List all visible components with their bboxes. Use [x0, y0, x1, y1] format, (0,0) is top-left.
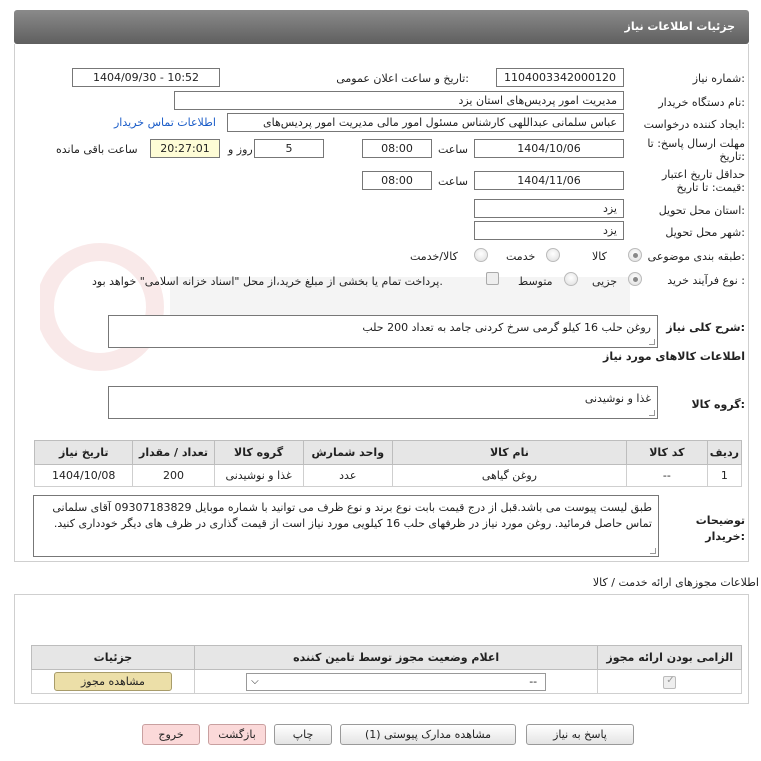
buyer-notes-textarea: طبق لیست پیوست می باشد.قبل از درج قیمت ب… — [33, 495, 659, 557]
need-number-label: شماره نیاز: — [692, 72, 745, 85]
days-label: روز و — [228, 143, 253, 156]
city-label: شهر محل تحویل: — [665, 226, 745, 239]
process-label: نوع فرآیند خرید : — [667, 274, 745, 287]
buyer-contact-link[interactable]: اطلاعات تماس خریدار — [114, 116, 216, 129]
process-radio-medium[interactable] — [564, 272, 578, 286]
goods-group-text: غذا و نوشیدنی — [584, 392, 651, 405]
validity-time-label: ساعت — [438, 175, 468, 188]
col-unit: واحد شمارش — [302, 440, 393, 465]
permits-table-header: الزامی بودن ارائه مجوز اعلام وضعیت مجوز … — [31, 645, 742, 670]
creator-label: ایجاد کننده درخواست: — [643, 118, 745, 131]
remaining-time-label: ساعت باقی مانده — [56, 143, 138, 156]
remaining-time-field: 20:27:01 — [150, 139, 220, 158]
deadline-time-field: 08:00 — [362, 139, 432, 158]
summary-text: روغن حلب 16 کیلو گرمی سرخ کردنی جامد به … — [362, 321, 651, 334]
cell-row: 1 — [706, 464, 743, 487]
need-number-field: 1104003342000120 — [496, 68, 624, 87]
days-remaining-field: 5 — [254, 139, 324, 158]
validity-date-field: 1404/11/06 — [474, 171, 624, 190]
permits-section-title: اطلاعات مجوزهای ارائه خدمت / کالا — [592, 576, 759, 589]
cell-permit-status: -- ⌵ — [193, 669, 599, 694]
col-permit-status: اعلام وضعیت مجوز توسط تامین کننده — [193, 645, 599, 670]
treasury-payment-checkbox[interactable] — [486, 272, 499, 285]
buyer-org-field: مدیریت امور پردیس‌های استان یزد — [174, 91, 624, 110]
creator-field: عباس سلمانی عبداللهی کارشناس مسئول امور … — [227, 113, 624, 132]
col-qty: تعداد / مقدار — [132, 440, 215, 465]
treasury-payment-note: پرداخت تمام یا بخشی از مبلغ خرید،از محل … — [92, 275, 443, 288]
goods-group-label: گروه کالا: — [691, 398, 745, 411]
process-radio-minor[interactable] — [628, 272, 642, 286]
goods-group-textarea: غذا و نوشیدنی — [108, 386, 658, 419]
view-attachments-button[interactable]: مشاهده مدارک پیوستی (1) — [340, 724, 516, 745]
process-option-minor: جزیی — [592, 275, 618, 288]
province-field: یزد — [474, 199, 624, 218]
process-option-medium: متوسط — [518, 275, 553, 288]
buyer-org-label: نام دستگاه خریدار: — [658, 96, 745, 109]
announce-field: 1404/09/30 - 10:52 — [72, 68, 220, 87]
cell-unit: عدد — [302, 464, 393, 487]
validity-time-field: 08:00 — [362, 171, 432, 190]
category-radio-goods[interactable] — [628, 248, 642, 262]
table-row: ✓ -- ⌵ مشاهده مجوز — [31, 669, 742, 694]
col-row: ردیف — [706, 440, 743, 465]
col-permit-details: جزئیات — [31, 645, 195, 670]
cell-group: غذا و نوشیدنی — [213, 464, 304, 487]
deadline-label-2: تاریخ: — [719, 150, 745, 163]
table-row: 1 -- روغن گیاهی عدد غذا و نوشیدنی 200 14… — [33, 464, 743, 487]
summary-textarea: روغن حلب 16 کیلو گرمی سرخ کردنی جامد به … — [108, 315, 658, 348]
cell-code: -- — [625, 464, 708, 487]
page-title: جزئیات اطلاعات نیاز — [624, 20, 736, 33]
announce-label: تاریخ و ساعت اعلان عمومی: — [336, 72, 469, 85]
cell-name: روغن گیاهی — [391, 464, 627, 487]
cell-date: 1404/10/08 — [33, 464, 134, 487]
summary-label: شرح کلی نیاز: — [666, 321, 745, 334]
province-label: استان محل تحویل: — [658, 204, 745, 217]
back-button[interactable]: بازگشت — [208, 724, 266, 745]
validity-label-2: قیمت: تا تاریخ: — [676, 181, 745, 194]
permits-table: الزامی بودن ارائه مجوز اعلام وضعیت مجوز … — [31, 645, 742, 694]
category-radio-service[interactable] — [546, 248, 560, 262]
category-label: طبقه بندی موضوعی: — [647, 250, 745, 263]
deadline-label: مهلت ارسال پاسخ: تا — [647, 137, 745, 150]
category-option-service: خدمت — [506, 250, 536, 263]
goods-section-title: اطلاعات کالاهای مورد نیاز — [603, 350, 745, 363]
category-option-goods: کالا — [592, 250, 607, 263]
col-name: نام کالا — [391, 440, 627, 465]
buyer-notes-label-2: خریدار: — [705, 530, 745, 543]
check-icon: ✓ — [666, 674, 675, 686]
page-header: جزئیات اطلاعات نیاز — [14, 10, 749, 44]
print-button[interactable]: چاپ — [274, 724, 332, 745]
buyer-notes-label: توضیحات — [695, 514, 745, 527]
permit-status-select[interactable]: -- ⌵ — [246, 672, 547, 691]
deadline-time-label: ساعت — [438, 143, 468, 156]
validity-label: حداقل تاریخ اعتبار — [661, 168, 745, 181]
chevron-down-icon: ⌵ — [251, 675, 259, 687]
exit-button[interactable]: خروج — [142, 724, 200, 745]
view-permit-button[interactable]: مشاهده مجوز — [53, 672, 172, 691]
col-permit-required: الزامی بودن ارائه مجوز — [597, 645, 742, 670]
buyer-notes-text: طبق لیست پیوست می باشد.قبل از درج قیمت ب… — [52, 501, 652, 530]
permit-status-value: -- — [529, 674, 538, 688]
cell-permit-details: مشاهده مجوز — [31, 669, 195, 694]
col-group: گروه کالا — [213, 440, 304, 465]
resize-handle-icon[interactable] — [649, 339, 655, 345]
city-field: یزد — [474, 221, 624, 240]
category-radio-both[interactable] — [474, 248, 488, 262]
permit-required-checkbox: ✓ — [663, 674, 677, 689]
category-option-both: کالا/خدمت — [410, 250, 458, 263]
reply-button[interactable]: پاسخ به نیاز — [526, 724, 634, 745]
col-code: کد کالا — [625, 440, 708, 465]
resize-handle-icon[interactable] — [649, 410, 655, 416]
cell-permit-required: ✓ — [597, 669, 742, 694]
goods-table-header: ردیف کد کالا نام کالا واحد شمارش گروه کا… — [33, 440, 743, 465]
deadline-date-field: 1404/10/06 — [474, 139, 624, 158]
resize-handle-icon[interactable] — [650, 548, 656, 554]
col-date: تاریخ نیاز — [33, 440, 134, 465]
cell-qty: 200 — [132, 464, 215, 487]
goods-table: ردیف کد کالا نام کالا واحد شمارش گروه کا… — [33, 440, 743, 487]
